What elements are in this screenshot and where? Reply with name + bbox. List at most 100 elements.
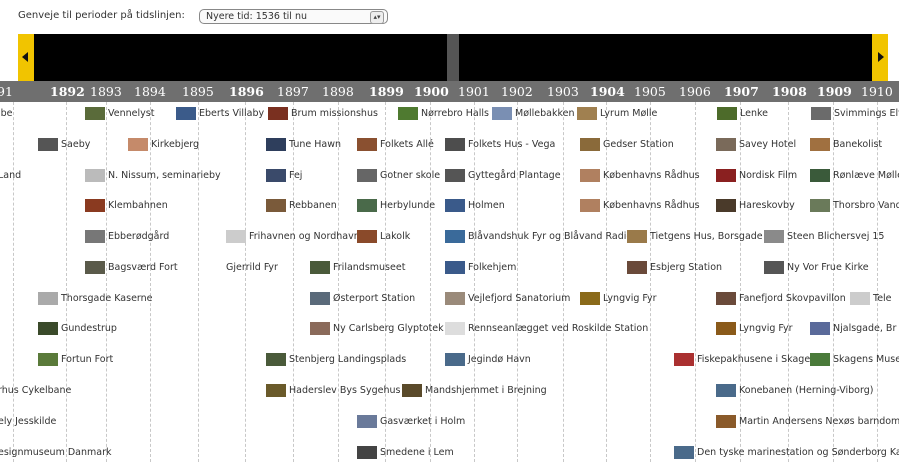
- year-gridline: [788, 102, 789, 462]
- timeline-entry[interactable]: Lenke: [717, 107, 768, 121]
- entry-label: Eberts Villaby: [199, 108, 265, 119]
- entry-label: Banekolist: [833, 139, 883, 150]
- timeline-entry[interactable]: Martin Andersens Nexøs barndomsl: [716, 415, 899, 429]
- timeline-entry[interactable]: Ny Vor Frue Kirke: [764, 261, 869, 275]
- timeline-entry[interactable]: Jegindø Havn: [445, 353, 531, 367]
- timeline-entry[interactable]: Hareskovby: [716, 199, 795, 213]
- timeline-entry[interactable]: Thorsgade Kaserne: [38, 292, 153, 306]
- timeline-entry[interactable]: Gjerrild Fyr: [226, 261, 278, 275]
- timeline-entry[interactable]: Banekolist: [810, 138, 882, 152]
- timeline-entry[interactable]: Vejlefjord Sanatorium: [445, 292, 570, 306]
- timeline-entry[interactable]: Smedene i Lem: [357, 446, 454, 460]
- timeline-entry[interactable]: Frilandsmuseet: [310, 261, 405, 275]
- timeline-entry[interactable]: Folkets Allé: [357, 138, 434, 152]
- timeline-entry[interactable]: Fortun Fort: [38, 353, 113, 367]
- year-1893[interactable]: 1893: [90, 84, 122, 99]
- timeline-entry[interactable]: esignmuseum Danmark: [0, 446, 112, 460]
- timeline-entry[interactable]: Lakolk: [357, 230, 410, 244]
- timeline-entry[interactable]: Skagens Museu: [810, 353, 899, 367]
- year-1904[interactable]: 1904: [590, 84, 625, 99]
- year-1895[interactable]: 1895: [182, 84, 214, 99]
- year-1905[interactable]: 1905: [634, 84, 666, 99]
- year-1906[interactable]: 1906: [679, 84, 711, 99]
- timeline-entry[interactable]: Nordisk Film: [716, 169, 797, 183]
- timeline-entry[interactable]: Folkets Hus - Vega: [445, 138, 555, 152]
- year-1900[interactable]: 1900: [414, 84, 449, 99]
- timeline-entry[interactable]: ely Jesskilde: [0, 415, 56, 429]
- timeline-entry[interactable]: Fanefjord Skovpavillon: [716, 292, 846, 306]
- timeline-entry[interactable]: Bagsværd Fort: [85, 261, 178, 275]
- year-1909[interactable]: 1909: [817, 84, 852, 99]
- timeline-entry[interactable]: Folkehjem: [445, 261, 516, 275]
- year-1896[interactable]: 1896: [229, 84, 264, 99]
- timeline-entry[interactable]: Konebanen (Herning-Viborg): [716, 384, 873, 398]
- timeline-entry[interactable]: Holmen: [445, 199, 505, 213]
- timeline-entry[interactable]: Rønlæve Mølle: [810, 169, 899, 183]
- year-1901[interactable]: 1901: [458, 84, 490, 99]
- scroll-right-button[interactable]: [872, 34, 888, 81]
- entry-label: esignmuseum Danmark: [0, 447, 112, 458]
- period-select-value: Nyere tid: 1536 til nu: [206, 11, 308, 22]
- timeline-entry[interactable]: Gedser Station: [580, 138, 674, 152]
- timeline-entry[interactable]: Københavns Rådhus: [580, 199, 700, 213]
- timeline-entry[interactable]: Thorsbro Vand: [810, 199, 899, 213]
- timeline-entry[interactable]: Kirkebjerg: [128, 138, 199, 152]
- timeline-entry[interactable]: Njalsgade, Br: [810, 322, 896, 336]
- period-select[interactable]: Nyere tid: 1536 til nu ▴▾: [199, 9, 388, 24]
- timeline-entry[interactable]: Gundestrup: [38, 322, 117, 336]
- timeline-entry[interactable]: Gotner skole: [357, 169, 440, 183]
- timeline-entry[interactable]: Svimmings Elve: [811, 107, 899, 121]
- timeline-entry[interactable]: Herbylunde: [357, 199, 435, 213]
- scroll-left-button[interactable]: [18, 34, 34, 81]
- timeline-entry[interactable]: Saeby: [38, 138, 90, 152]
- timeline-entry[interactable]: Nørrebro Halls: [398, 107, 489, 121]
- year-1903[interactable]: 1903: [547, 84, 579, 99]
- year-1899[interactable]: 1899: [369, 84, 404, 99]
- timeline-entry[interactable]: Mandshjemmet i Brejning: [402, 384, 547, 398]
- timeline-entry[interactable]: Rebbanen: [266, 199, 337, 213]
- year-1894[interactable]: 1894: [134, 84, 166, 99]
- year-1897[interactable]: 1897: [277, 84, 309, 99]
- timeline-entry[interactable]: rhus Cykelbane: [0, 384, 71, 398]
- year-1898[interactable]: 1898: [322, 84, 354, 99]
- timeline-entry[interactable]: Blåvandshuk Fyr og Blåvand Radio: [445, 230, 632, 244]
- timeline-entry[interactable]: Lyrum Mølle: [577, 107, 657, 121]
- timeline-entry[interactable]: Lyngvig Fyr: [716, 322, 793, 336]
- year-91[interactable]: 91: [0, 84, 13, 99]
- timeline-entry[interactable]: Steen Blichersvej 15: [764, 230, 884, 244]
- timeline-entry[interactable]: Københavns Rådhus: [580, 169, 700, 183]
- timeline-entry[interactable]: Ny Carlsberg Glyptotek: [310, 322, 444, 336]
- timeline-entry[interactable]: Tele: [850, 292, 892, 306]
- timeline-entry[interactable]: Fiskepakhusene i Skagen: [674, 353, 816, 367]
- timeline-entry[interactable]: Savey Hotel: [716, 138, 796, 152]
- year-1910[interactable]: 1910: [861, 84, 893, 99]
- timeline-entry[interactable]: Tietgens Hus, Borsgade: [627, 230, 763, 244]
- timeline-entry[interactable]: Land: [0, 169, 21, 183]
- timeline-entry[interactable]: Frihavnen og Nordhavnen: [226, 230, 372, 244]
- year-1902[interactable]: 1902: [501, 84, 533, 99]
- timeline-entry[interactable]: Gyttegård Plantage: [445, 169, 561, 183]
- timeline-entry[interactable]: Den tyske marinestation og Sønderborg Ka…: [674, 446, 899, 460]
- timeline-entry[interactable]: Rennseanlægget ved Roskilde Station: [445, 322, 648, 336]
- timeline-entry[interactable]: Vennelyst: [85, 107, 154, 121]
- timeline-entry[interactable]: Brum missionshus: [268, 107, 378, 121]
- timeline-entry[interactable]: Esbjerg Station: [627, 261, 722, 275]
- timeline-entry[interactable]: Klembahnen: [85, 199, 168, 213]
- timeline-scroll-handle[interactable]: [447, 34, 459, 81]
- timeline-entry[interactable]: Fej: [266, 169, 302, 183]
- year-1908[interactable]: 1908: [772, 84, 807, 99]
- timeline-entry[interactable]: Stenbjerg Landingsplads: [266, 353, 406, 367]
- timeline-entry[interactable]: Tune Hawn: [266, 138, 341, 152]
- year-gridline: [198, 102, 199, 462]
- timeline-entry[interactable]: Møllebakken: [492, 107, 575, 121]
- timeline-entry[interactable]: Ebberødgård: [85, 230, 169, 244]
- timeline-entry[interactable]: Gasværket i Holm: [357, 415, 465, 429]
- year-1907[interactable]: 1907: [724, 84, 759, 99]
- year-1892[interactable]: 1892: [50, 84, 85, 99]
- timeline-entry[interactable]: ibe: [0, 107, 13, 121]
- timeline-entry[interactable]: N. Nissum, seminarieby: [85, 169, 221, 183]
- timeline-entry[interactable]: Østerport Station: [310, 292, 415, 306]
- timeline-entry[interactable]: Lyngvig Fyr: [580, 292, 657, 306]
- timeline-entry[interactable]: Haderslev Bys Sygehus: [266, 384, 400, 398]
- timeline-entry[interactable]: Eberts Villaby: [176, 107, 264, 121]
